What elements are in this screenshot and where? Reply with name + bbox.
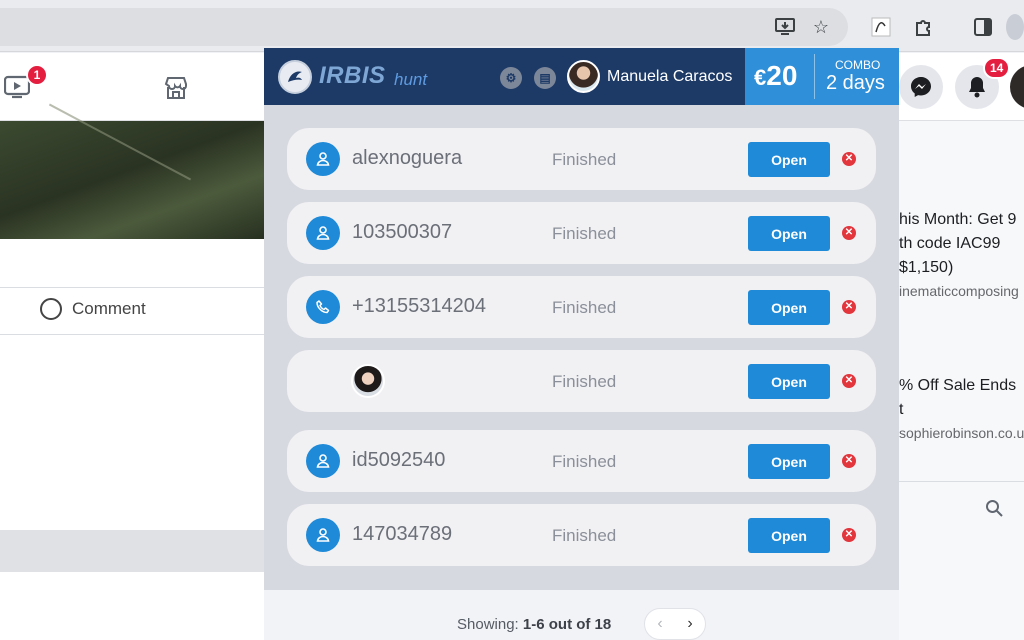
- irbis-logo-icon: [278, 60, 312, 94]
- comment-label: Comment: [72, 299, 146, 318]
- install-app-icon[interactable]: [772, 14, 798, 40]
- balance-amount: €20: [754, 60, 798, 91]
- open-result-button[interactable]: Open: [748, 290, 830, 325]
- settings-gear-icon[interactable]: ⚙: [500, 67, 522, 89]
- contacts-search-icon[interactable]: [985, 499, 1003, 522]
- ad-1-url: inematiccomposing: [899, 283, 1019, 299]
- remove-result-icon[interactable]: ✕: [842, 152, 856, 166]
- pagination-footer: Showing: 1-6 out of 18 ‹ ›: [264, 590, 899, 640]
- user-icon: [306, 216, 340, 250]
- open-result-button[interactable]: Open: [748, 364, 830, 399]
- marketplace-icon[interactable]: [163, 75, 189, 106]
- notifications-badge: 14: [983, 57, 1011, 79]
- messenger-icon[interactable]: [899, 65, 943, 109]
- feed-composer-strip: [0, 530, 264, 572]
- open-result-button[interactable]: Open: [748, 518, 830, 553]
- result-query: alexnoguera: [352, 147, 463, 169]
- remove-result-icon[interactable]: ✕: [842, 300, 856, 314]
- extensions-puzzle-icon[interactable]: [910, 14, 936, 40]
- irbis-extension-popup: IRBIS hunt ⚙ ▤ Manuela Caracos €20 COMBO…: [264, 48, 899, 640]
- bookmark-star-icon[interactable]: ☆: [808, 14, 834, 40]
- extension-pin-icon[interactable]: [868, 14, 894, 40]
- result-status: Finished: [552, 526, 617, 545]
- open-result-button[interactable]: Open: [748, 142, 830, 177]
- remove-result-icon[interactable]: ✕: [842, 528, 856, 542]
- user-name[interactable]: Manuela Caracos: [607, 68, 732, 86]
- result-card: alexnoguera Finished Open ✕: [287, 128, 876, 190]
- balance-panel[interactable]: €20 COMBO 2 days: [745, 48, 899, 105]
- result-status: Finished: [552, 372, 617, 391]
- side-panel-icon[interactable]: [970, 14, 996, 40]
- combo-days: 2 days: [826, 72, 885, 94]
- history-list-icon[interactable]: ▤: [534, 67, 556, 89]
- feed-video-thumbnail[interactable]: [0, 103, 264, 239]
- user-icon: [306, 444, 340, 478]
- browser-toolbar: ☆: [0, 0, 1024, 52]
- result-card: 103500307 Finished Open ✕: [287, 202, 876, 264]
- ad-2-line-2[interactable]: t: [899, 401, 903, 419]
- next-page-button[interactable]: ›: [687, 615, 692, 633]
- ad-1-line-2[interactable]: th code IAC99: [899, 235, 1000, 253]
- user-avatar[interactable]: [567, 60, 600, 93]
- phone-icon: [306, 290, 340, 324]
- remove-result-icon[interactable]: ✕: [842, 454, 856, 468]
- result-query: +13155314204: [352, 295, 487, 317]
- account-avatar[interactable]: [1010, 65, 1024, 109]
- result-query: 103500307: [352, 221, 453, 243]
- open-result-button[interactable]: Open: [748, 216, 830, 251]
- pager: ‹ ›: [644, 608, 706, 640]
- ad-2-url: sophierobinson.co.u: [899, 425, 1024, 441]
- sponsored-column: his Month: Get 9 th code IAC99 $1,150) i…: [899, 121, 1024, 640]
- comment-button[interactable]: Comment: [40, 298, 146, 320]
- profile-avatar-icon[interactable]: [1006, 14, 1024, 40]
- result-status: Finished: [552, 224, 617, 243]
- remove-result-icon[interactable]: ✕: [842, 226, 856, 240]
- user-icon: [306, 142, 340, 176]
- user-icon: [306, 518, 340, 552]
- result-query: 147034789: [352, 523, 453, 545]
- result-card: 147034789 Finished Open ✕: [287, 504, 876, 566]
- result-status: Finished: [552, 452, 617, 471]
- open-result-button[interactable]: Open: [748, 444, 830, 479]
- combo-label: COMBO: [835, 58, 881, 72]
- result-card: Finished Open ✕: [287, 350, 876, 412]
- result-query: id5092540: [352, 449, 446, 471]
- popup-header: IRBIS hunt ⚙ ▤ Manuela Caracos €20 COMBO…: [264, 48, 899, 105]
- ad-1-line-1[interactable]: his Month: Get 9: [899, 211, 1016, 229]
- previous-page-button[interactable]: ‹: [657, 615, 662, 633]
- irbis-logo-subtext: hunt: [394, 70, 428, 89]
- ad-2-line-1[interactable]: % Off Sale Ends: [899, 377, 1016, 395]
- result-photo: [351, 364, 385, 398]
- remove-result-icon[interactable]: ✕: [842, 374, 856, 388]
- irbis-logo-text: IRBIS: [319, 62, 386, 89]
- result-card: +13155314204 Finished Open ✕: [287, 276, 876, 338]
- result-status: Finished: [552, 150, 617, 169]
- pagination-summary: Showing: 1-6 out of 18: [457, 616, 612, 633]
- result-card: id5092540 Finished Open ✕: [287, 430, 876, 492]
- watch-badge: 1: [26, 64, 48, 86]
- comment-bubble-icon: [40, 298, 62, 320]
- address-bar[interactable]: [0, 8, 848, 46]
- ad-1-line-3[interactable]: $1,150): [899, 259, 953, 277]
- result-status: Finished: [552, 298, 617, 317]
